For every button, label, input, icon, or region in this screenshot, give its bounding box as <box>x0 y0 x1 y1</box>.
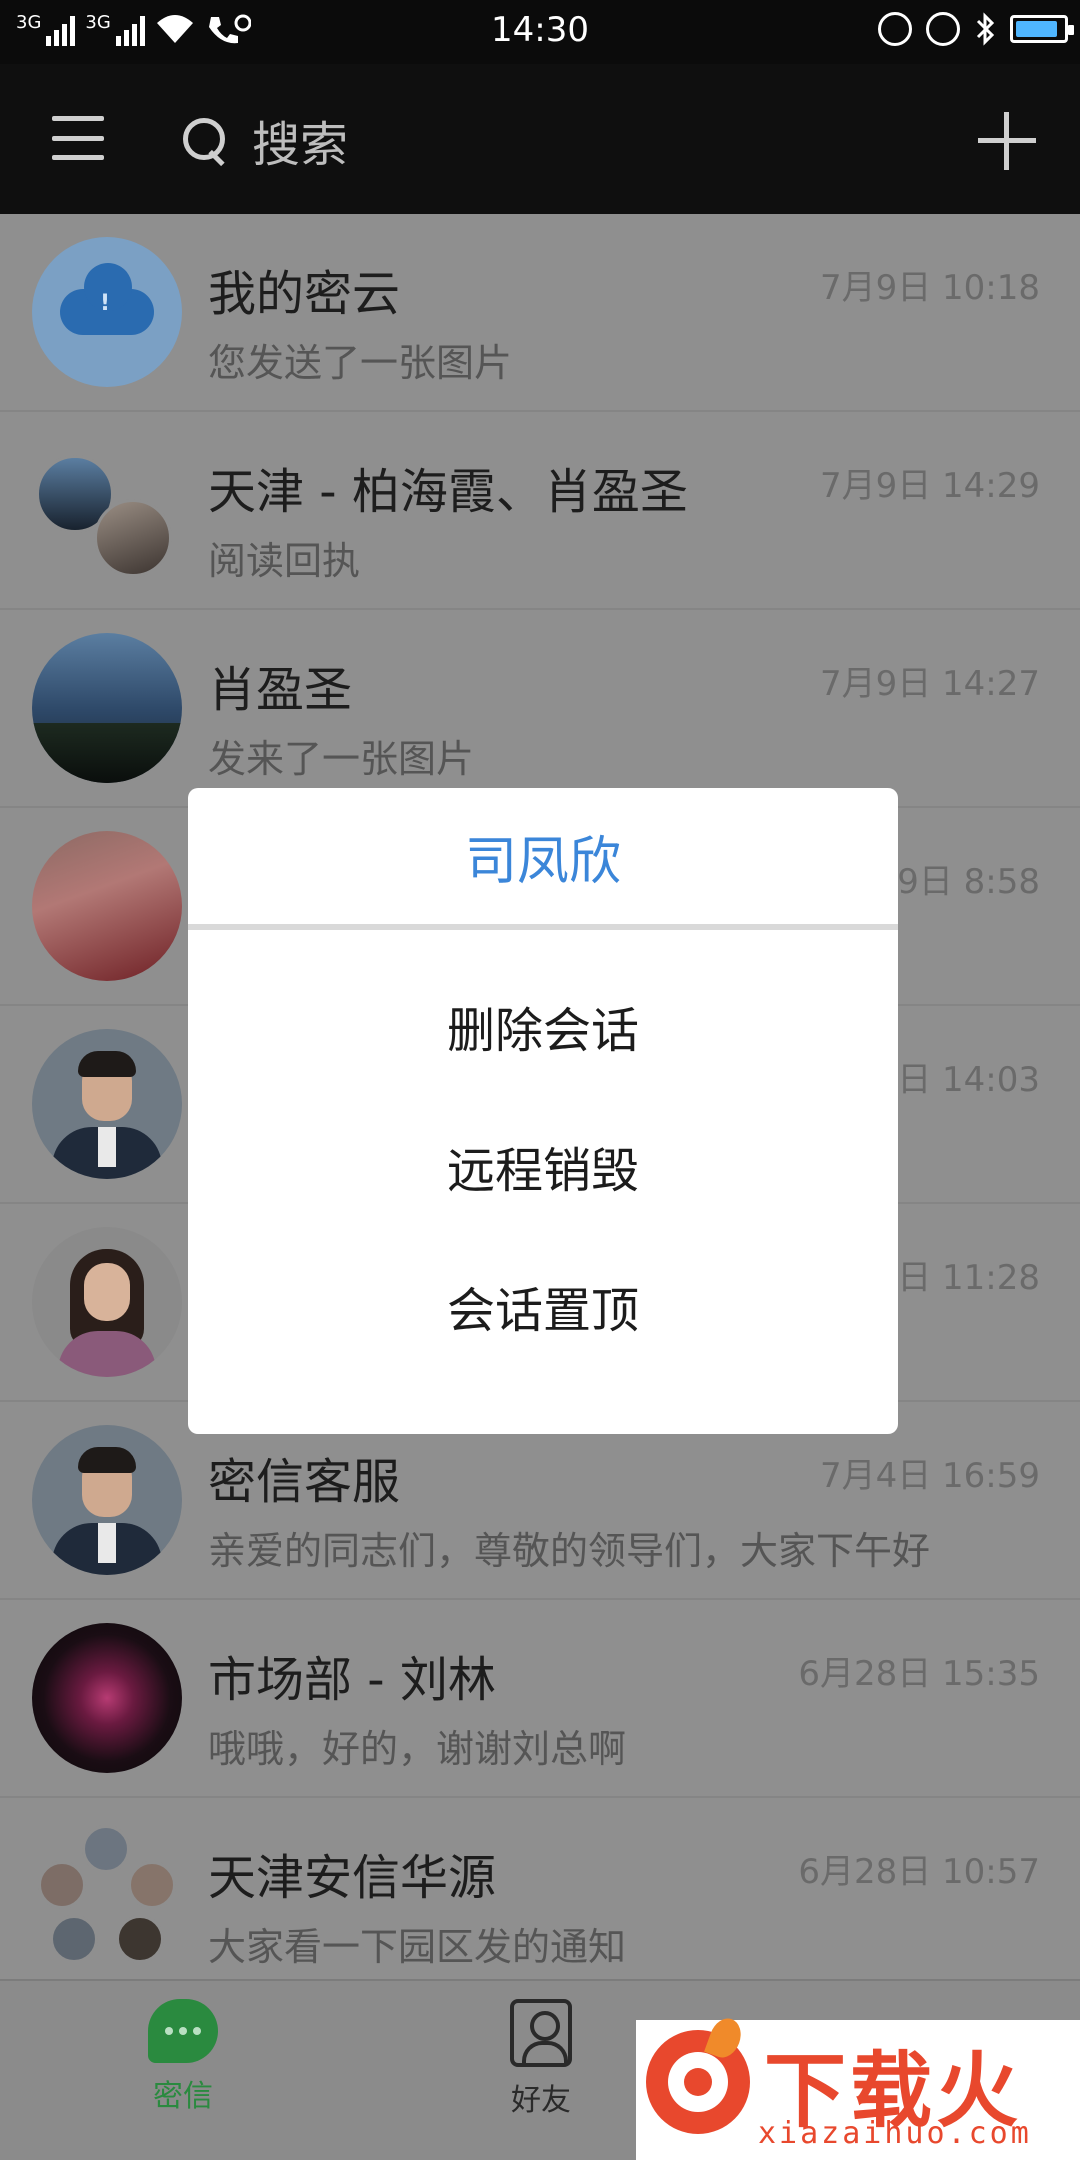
conversation-row[interactable]: 市场部 - 刘林 6月28日 15:35 哦哦，好的，谢谢刘总啊 <box>0 1600 1080 1798</box>
conversation-preview: 大家看一下园区发的通知 <box>208 1925 627 1969</box>
remote-destroy-option[interactable]: 远程销毁 <box>188 1096 898 1236</box>
photo-avatar <box>32 1623 182 1773</box>
search-placeholder: 搜索 <box>252 117 349 173</box>
plus-icon[interactable] <box>978 112 1036 170</box>
bluetooth-icon <box>976 12 995 46</box>
status-bar: 3G 3G 14:30 <box>0 0 1080 64</box>
nav-label: 密信 <box>153 2079 213 2114</box>
conversation-time: 6月28日 15:35 <box>798 1654 1040 1694</box>
conversation-row[interactable]: 天津 - 柏海霞、肖盈圣 7月9日 14:29 阅读回执 <box>0 412 1080 610</box>
conversation-time: 日 14:03 <box>897 1060 1040 1100</box>
dialog-divider <box>188 924 898 930</box>
photo-avatar <box>32 633 182 783</box>
conversation-preview: 阅读回执 <box>208 539 361 583</box>
conversation-name: 天津 - 柏海霞、肖盈圣 <box>208 464 688 520</box>
conversation-name: 肖盈圣 <box>208 662 353 718</box>
cloud-avatar <box>32 237 182 387</box>
conversation-preview: 发来了一张图片 <box>208 737 475 781</box>
conversation-time: 7月9日 14:27 <box>819 664 1040 704</box>
delete-conversation-option[interactable]: 删除会话 <box>188 956 898 1096</box>
conversation-name: 天津安信华源 <box>208 1850 497 1906</box>
conversation-name: 市场部 - 刘林 <box>208 1652 496 1708</box>
conversation-name: 我的密云 <box>208 266 401 322</box>
conversation-time: 9日 8:58 <box>897 862 1040 902</box>
conversation-time: 日 11:28 <box>897 1258 1040 1298</box>
alarm-clock-icon <box>926 12 960 46</box>
conversation-preview: 您发送了一张图片 <box>208 341 513 385</box>
app-header: 搜索 <box>0 64 1080 214</box>
battery-fill <box>1016 21 1058 37</box>
pin-conversation-option[interactable]: 会话置顶 <box>188 1236 898 1376</box>
nav-item-friends[interactable]: 好友 <box>466 1999 616 2119</box>
conversation-preview: 哦哦，好的，谢谢刘总啊 <box>208 1727 627 1771</box>
conversation-time: 7月9日 14:29 <box>819 466 1040 506</box>
conversation-time: 7月9日 10:18 <box>819 268 1040 308</box>
conversation-row[interactable]: 我的密云 7月9日 10:18 您发送了一张图片 <box>0 214 1080 412</box>
conversation-time: 7月4日 16:59 <box>819 1456 1040 1496</box>
battery-icon <box>1010 15 1074 43</box>
photo-avatar <box>32 831 182 981</box>
context-menu-dialog: 司凤欣 删除会话 远程销毁 会话置顶 <box>188 788 898 1434</box>
conversation-row[interactable]: 天津安信华源 6月28日 10:57 大家看一下园区发的通知 <box>0 1798 1080 1979</box>
conversation-name: 密信客服 <box>208 1454 401 1510</box>
male-avatar <box>32 1029 182 1179</box>
watermark-logo: 下载火 xiazaihuo.com <box>636 2014 1080 2160</box>
conversation-row[interactable]: 肖盈圣 7月9日 14:27 发来了一张图片 <box>0 610 1080 808</box>
nav-label: 好友 <box>511 2083 571 2118</box>
female-avatar <box>32 1227 182 1377</box>
conversation-preview: 亲爱的同志们，尊敬的领导们，大家下午好 <box>208 1529 931 1573</box>
dialog-title: 司凤欣 <box>464 831 621 892</box>
nav-item-messages[interactable]: 密信 <box>108 1999 258 2115</box>
male-avatar <box>32 1425 182 1575</box>
chat-bubble-icon <box>148 1999 218 2063</box>
menu-icon[interactable] <box>52 116 104 160</box>
search-bar[interactable]: 搜索 <box>180 100 880 180</box>
group-avatar <box>32 1821 182 1971</box>
search-icon <box>180 115 230 165</box>
status-right <box>878 12 1074 46</box>
contacts-icon <box>510 1999 572 2067</box>
conversation-time: 6月28日 10:57 <box>798 1852 1040 1892</box>
alarm-icon <box>878 12 912 46</box>
watermark-url: xiazaihuo.com <box>758 2116 1032 2151</box>
group-avatar <box>32 435 182 585</box>
